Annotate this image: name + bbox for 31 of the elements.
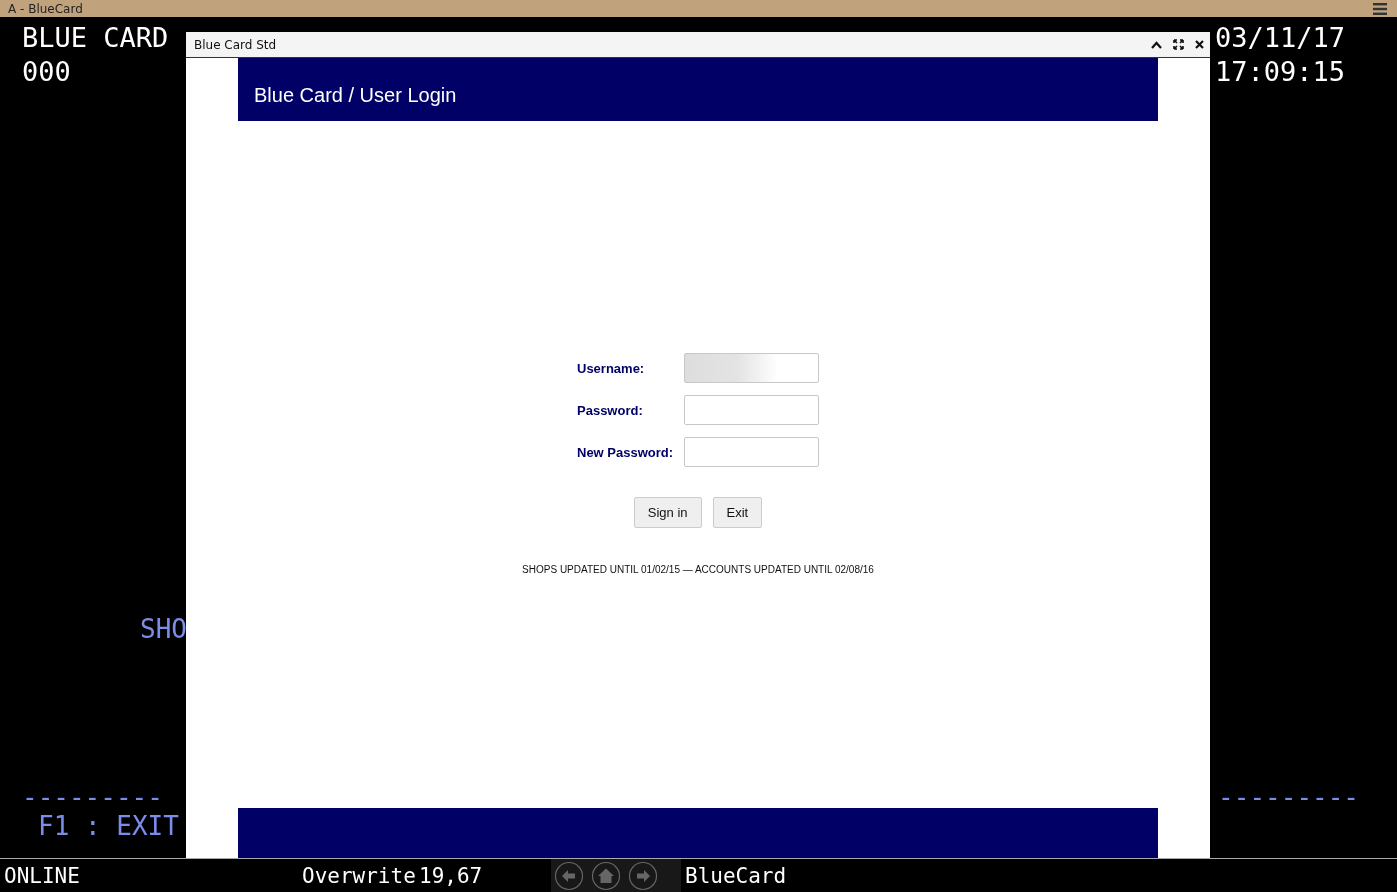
update-note: SHOPS UPDATED UNTIL 01/02/15 — ACCOUNTS UPDATED UNTIL 02/08/16	[522, 564, 874, 575]
field-label: Password:	[577, 402, 643, 418]
dialog-title: Blue Card Std	[194, 37, 277, 52]
dashed-divider: ---------	[22, 784, 163, 810]
terminal-label: SHO	[140, 616, 187, 642]
field-label: Username:	[577, 360, 645, 376]
time-text: 17:09:15	[1214, 57, 1345, 85]
sign-in-button[interactable]: Sign in	[633, 497, 702, 528]
close-icon[interactable]	[1195, 40, 1204, 49]
app-title: A - BlueCard	[8, 1, 83, 16]
collapse-icon[interactable]	[1151, 40, 1162, 49]
function-key-text: F1 : EXIT	[38, 813, 179, 839]
exit-button[interactable]: Exit	[712, 497, 763, 528]
input-field[interactable]	[684, 353, 819, 383]
terminal-title: BLUE CARD	[22, 23, 169, 51]
cursor-position: 19,67	[419, 863, 484, 888]
input-field[interactable]	[684, 437, 819, 467]
input-field[interactable]	[684, 395, 819, 425]
page-heading: Blue Card / User Login	[254, 84, 457, 107]
status-mode: ONLINE	[4, 863, 81, 888]
back-icon[interactable]	[554, 860, 584, 891]
maximize-icon[interactable]	[1173, 39, 1184, 50]
session-name: BlueCard	[685, 863, 787, 888]
code-text: 000	[22, 57, 71, 85]
forward-icon[interactable]	[628, 860, 658, 891]
menu-icon[interactable]	[1373, 2, 1387, 15]
dashed-divider: ---------	[1218, 784, 1359, 810]
field-label: New Password:	[577, 444, 674, 460]
insert-mode: Overwrite	[302, 863, 417, 888]
date-text: 03/11/17	[1214, 23, 1345, 51]
home-icon[interactable]	[591, 860, 621, 891]
